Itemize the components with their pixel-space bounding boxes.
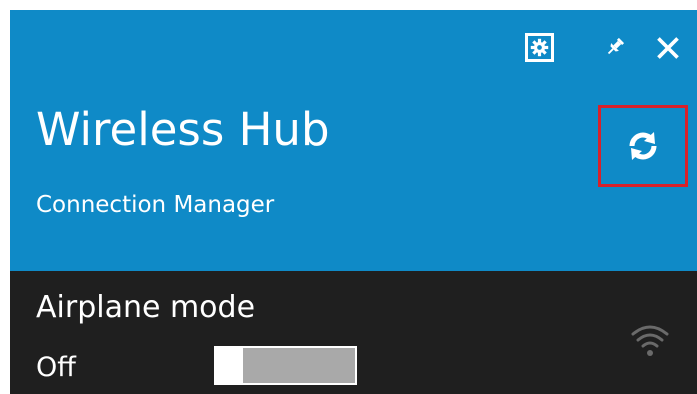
- close-button[interactable]: [650, 30, 686, 66]
- airplane-mode-label: Airplane mode: [36, 290, 256, 325]
- app-subtitle: Connection Manager: [36, 192, 275, 218]
- toggle-thumb[interactable]: [214, 346, 243, 385]
- close-icon: [657, 37, 679, 59]
- airplane-mode-state: Off: [36, 352, 76, 383]
- gear-icon: [530, 38, 549, 57]
- app-title: Wireless Hub: [36, 103, 330, 156]
- wifi-icon: [631, 325, 669, 356]
- settings-button[interactable]: [525, 33, 554, 62]
- pin-icon: [607, 37, 625, 55]
- refresh-button[interactable]: [598, 105, 688, 187]
- airplane-mode-toggle[interactable]: [214, 346, 357, 385]
- header: Wireless Hub Connection Manager: [10, 10, 697, 271]
- refresh-icon: [629, 132, 657, 160]
- pin-button[interactable]: [600, 32, 630, 62]
- wireless-hub-panel: Wireless Hub Connection Manager Airplane…: [10, 10, 697, 394]
